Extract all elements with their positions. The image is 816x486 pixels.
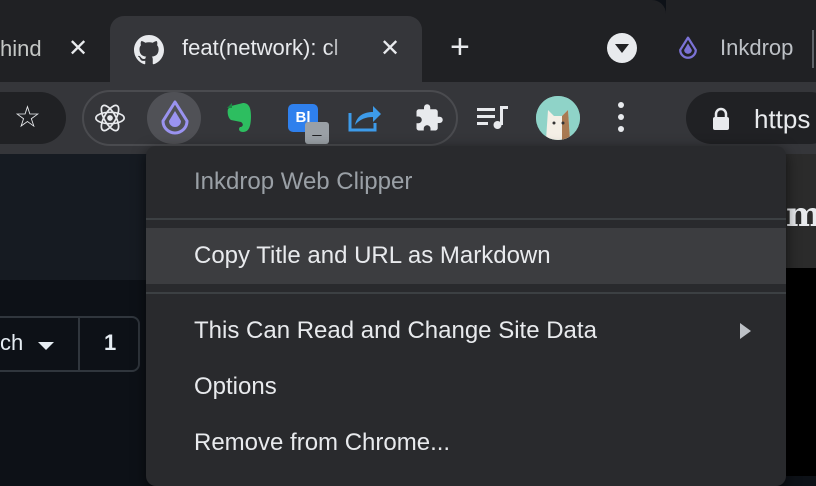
- lock-icon[interactable]: [712, 107, 730, 136]
- menu-separator: [146, 292, 786, 294]
- tab-title: feat(network): cl: [182, 35, 339, 60]
- menu-title-label: Inkdrop Web Clipper: [194, 168, 413, 195]
- menu-item-options[interactable]: Options: [146, 359, 786, 415]
- evernote-icon[interactable]: [223, 100, 255, 141]
- share-icon[interactable]: [347, 103, 383, 138]
- menu-item-copy-markdown[interactable]: Copy Title and URL as Markdown: [146, 228, 786, 284]
- media-control-icon[interactable]: [476, 103, 510, 138]
- inkdrop-icon[interactable]: [158, 99, 192, 142]
- tab-close-icon[interactable]: ✕: [68, 37, 88, 61]
- extension-context-menu: Inkdrop Web Clipper Copy Title and URL a…: [146, 146, 786, 486]
- puzzle-icon[interactable]: [414, 103, 444, 138]
- extension-badge: _: [305, 121, 329, 144]
- react-devtools-icon[interactable]: [93, 101, 127, 140]
- divider: [78, 318, 80, 370]
- extensions-container: [82, 90, 458, 146]
- tab-title: hind: [0, 36, 42, 61]
- tab-active[interactable]: feat(network): cl ✕: [110, 16, 422, 82]
- menu-title: Inkdrop Web Clipper: [146, 154, 786, 210]
- page-text: m: [786, 195, 816, 235]
- divider: [812, 30, 814, 68]
- menu-item-label: This Can Read and Change Site Data: [194, 317, 597, 344]
- menu-item-label: Options: [194, 373, 277, 400]
- star-icon[interactable]: ☆: [14, 101, 41, 135]
- tab-search-button[interactable]: [607, 33, 637, 63]
- tab-close-icon[interactable]: ✕: [380, 37, 400, 61]
- caret-down-icon: [38, 342, 54, 350]
- tab-background[interactable]: hind ✕: [0, 16, 108, 82]
- menu-item-remove[interactable]: Remove from Chrome...: [146, 415, 786, 471]
- address-text: https: [754, 104, 811, 134]
- submenu-arrow-icon: [740, 323, 751, 339]
- branch-count[interactable]: 1: [104, 330, 116, 356]
- inkdrop-icon: [677, 35, 699, 66]
- menu-item-label: Remove from Chrome...: [194, 429, 451, 456]
- branch-label: ch: [0, 330, 24, 355]
- github-icon: [134, 35, 164, 70]
- menu-kebab-icon[interactable]: [618, 102, 624, 138]
- menu-separator: [146, 218, 786, 220]
- new-tab-button[interactable]: +: [450, 30, 470, 64]
- menu-item-label: Copy Title and URL as Markdown: [194, 242, 551, 269]
- menu-item-site-data[interactable]: This Can Read and Change Site Data: [146, 303, 786, 359]
- profile-avatar[interactable]: [536, 96, 580, 140]
- tab-title: Inkdrop: [720, 35, 794, 60]
